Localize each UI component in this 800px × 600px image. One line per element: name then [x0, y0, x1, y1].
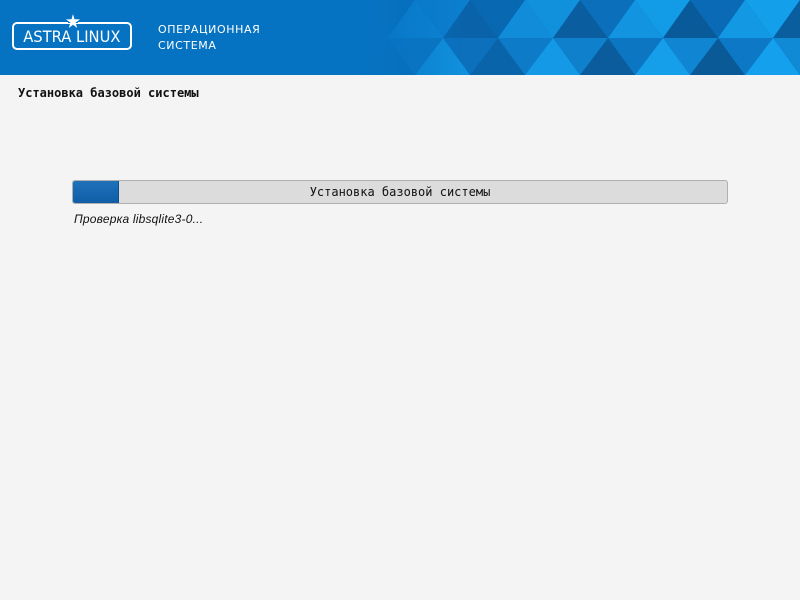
page-title: Установка базовой системы	[18, 86, 199, 100]
os-tagline: ОПЕРАЦИОННАЯ СИСТЕМА	[158, 22, 260, 54]
status-message: Проверка libsqlite3-0...	[74, 212, 204, 226]
star-icon	[66, 14, 80, 28]
install-progress-bar: Установка базовой системы	[72, 180, 728, 204]
logo-text: ASTRA LINUX	[23, 26, 121, 46]
tagline-line-2: СИСТЕМА	[158, 39, 217, 52]
installer-header: ASTRA LINUX ОПЕРАЦИОННАЯ СИСТЕМА	[0, 0, 800, 75]
tagline-line-1: ОПЕРАЦИОННАЯ	[158, 23, 261, 36]
progress-label: Установка базовой системы	[309, 185, 491, 199]
header-pattern-decoration	[360, 0, 800, 75]
